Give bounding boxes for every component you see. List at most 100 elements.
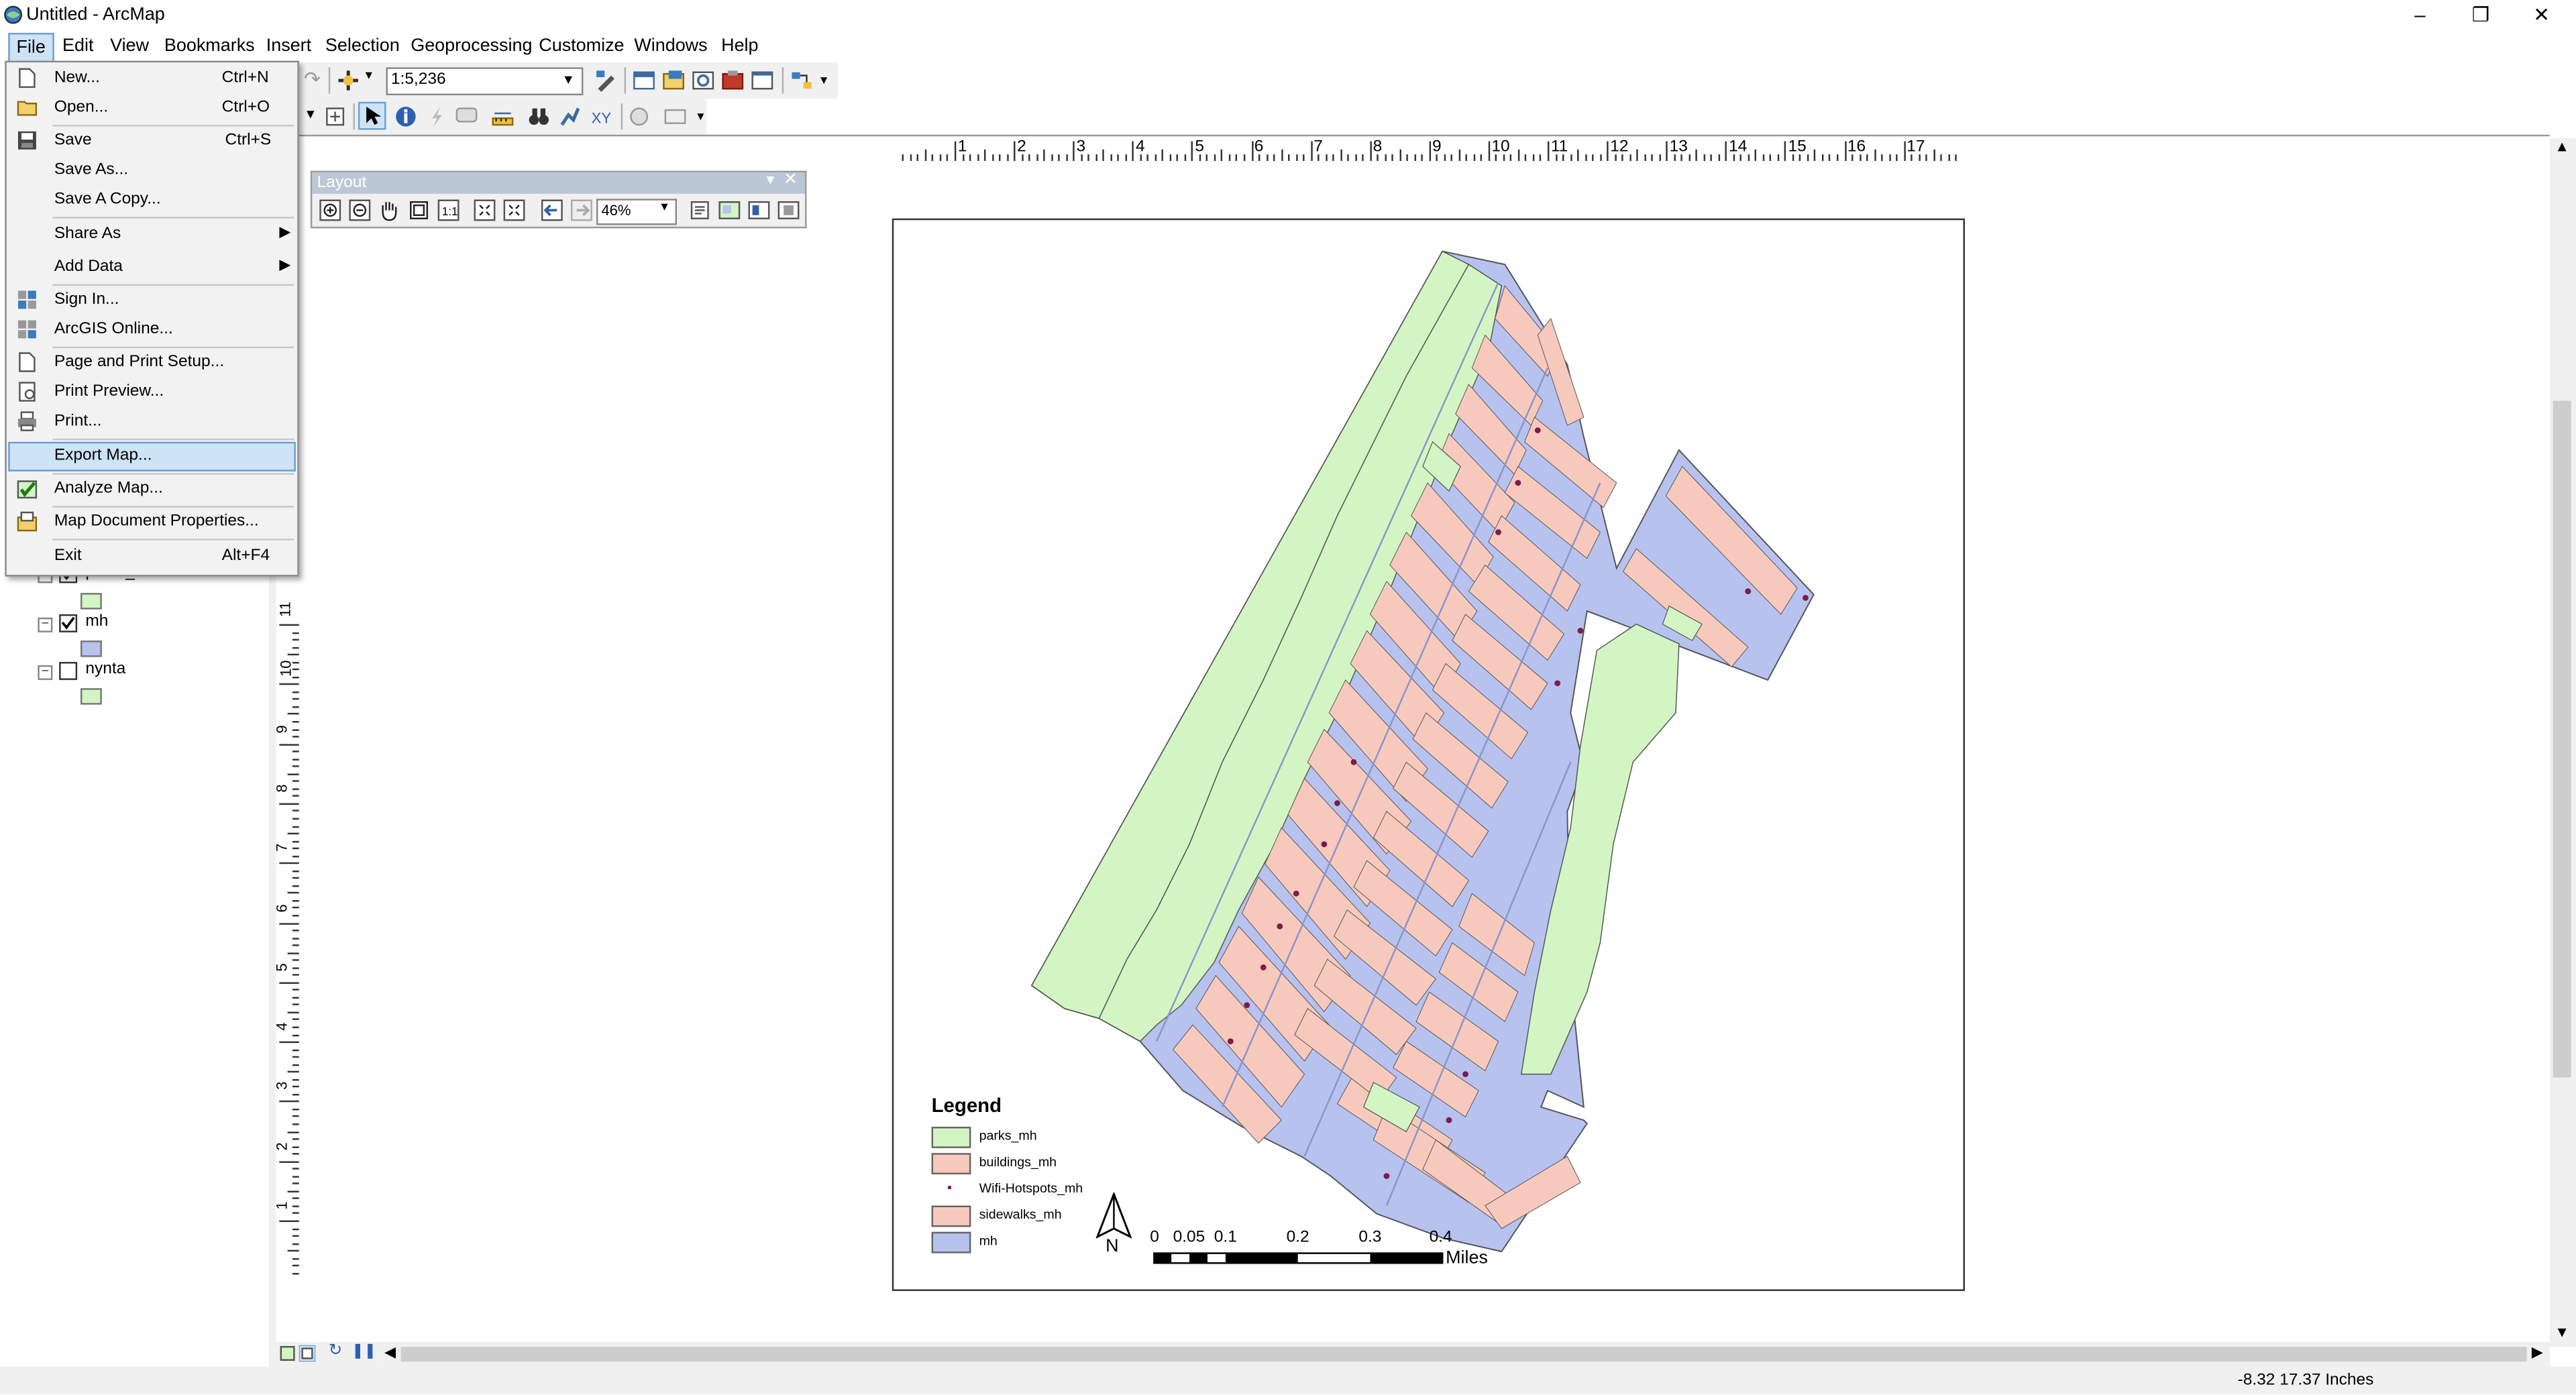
data-driven-pages-icon[interactable]: [777, 199, 800, 221]
menu-item-page-setup[interactable]: Page and Print Setup...: [7, 348, 297, 378]
menu-item-save-as[interactable]: Save As...: [7, 156, 297, 186]
toolbar-overflow-icon[interactable]: ▼: [818, 76, 830, 87]
zoom-out-icon[interactable]: [348, 199, 371, 221]
menu-item-arcgis-online[interactable]: ArcGIS Online...: [7, 315, 297, 345]
menu-item-sign-in[interactable]: Sign In...: [7, 286, 297, 315]
collapse-icon[interactable]: −: [38, 617, 53, 632]
menu-item-share-as[interactable]: Share As ▶: [7, 220, 297, 249]
chevron-down-icon[interactable]: ▼: [562, 72, 575, 87]
model-builder-icon[interactable]: [790, 69, 813, 92]
menu-customize[interactable]: Customize: [539, 36, 624, 56]
menu-item-add-data[interactable]: Add Data ▶: [7, 253, 297, 282]
menu-insert[interactable]: Insert: [266, 36, 311, 56]
full-extent-icon[interactable]: [323, 105, 346, 128]
menu-item-print-preview[interactable]: Print Preview...: [7, 378, 297, 407]
change-layout-icon[interactable]: [747, 199, 770, 221]
layer-visibility-checkbox[interactable]: [59, 614, 78, 632]
toc-layer-nynta[interactable]: − nynta: [0, 657, 263, 706]
menu-item-open[interactable]: Open... Ctrl+O: [7, 94, 297, 123]
layer-symbol-swatch[interactable]: [80, 688, 102, 705]
fixed-zoom-out-icon[interactable]: [502, 199, 525, 221]
menu-item-export-map[interactable]: Export Map...: [8, 441, 296, 471]
vertical-scrollbar[interactable]: ▲ ▼: [2549, 137, 2576, 1347]
menu-edit[interactable]: Edit: [62, 36, 93, 56]
identify-icon[interactable]: [394, 105, 417, 128]
collapse-icon[interactable]: −: [38, 665, 53, 680]
editor-toolbar-icon[interactable]: [595, 69, 618, 93]
menu-file[interactable]: File: [8, 32, 54, 63]
pause-drawing-icon[interactable]: ❚❚: [352, 1342, 376, 1360]
redo-icon[interactable]: ↷: [304, 67, 321, 90]
horizontal-scroll-thumb[interactable]: [400, 1347, 2527, 1362]
menu-item-new[interactable]: New... Ctrl+N: [7, 64, 297, 94]
menu-item-analyze-map[interactable]: Analyze Map...: [7, 475, 297, 504]
map-scale-combo[interactable]: 1:5,236 ▼: [386, 67, 584, 96]
search-window-icon[interactable]: [692, 69, 714, 92]
menu-item-save[interactable]: Save Ctrl+S: [7, 127, 297, 156]
horizontal-scrollbar[interactable]: ◀ ▶: [381, 1341, 2550, 1367]
vertical-scroll-thumb[interactable]: [2553, 400, 2571, 1078]
go-forward-extent-icon[interactable]: [570, 199, 593, 221]
data-view-icon[interactable]: [279, 1345, 295, 1361]
close-icon[interactable]: ✕: [2517, 3, 2566, 26]
catalog-window-icon[interactable]: [662, 69, 685, 92]
layer-name[interactable]: mh: [85, 612, 108, 630]
find-binoculars-icon[interactable]: [527, 105, 550, 128]
restore-icon[interactable]: ❐: [2456, 3, 2505, 26]
go-back-extent-icon[interactable]: [541, 199, 564, 221]
toggle-draft-mode-icon[interactable]: [688, 199, 711, 221]
ruler-tick: [287, 892, 299, 895]
layer-symbol-swatch[interactable]: [80, 593, 102, 610]
menu-windows[interactable]: Windows: [634, 36, 707, 56]
toolbar-overflow-icon-2[interactable]: ▼: [695, 112, 706, 123]
fixed-zoom-in-icon[interactable]: [473, 199, 496, 221]
toolbar-options-icon[interactable]: ▼: [764, 172, 777, 187]
focus-data-frame-icon[interactable]: [718, 199, 741, 221]
find-route-icon[interactable]: [559, 105, 582, 128]
toc-window-icon[interactable]: [633, 69, 655, 92]
layout-view-icon[interactable]: [299, 1345, 316, 1362]
menu-help[interactable]: Help: [721, 36, 758, 56]
toc-layer-mh[interactable]: − mh: [0, 610, 263, 659]
scroll-down-icon[interactable]: ▼: [2555, 1324, 2569, 1340]
scroll-left-icon[interactable]: ◀: [384, 1343, 396, 1361]
scale-bar[interactable]: 0 0.05 0.1 0.2 0.3 0.4 Miles: [1148, 1229, 1493, 1275]
html-popup-icon[interactable]: [455, 105, 478, 128]
minimize-icon[interactable]: –: [2396, 3, 2445, 26]
scroll-up-icon[interactable]: ▲: [2555, 138, 2569, 154]
layer-visibility-checkbox[interactable]: [59, 661, 78, 680]
layout-toolbar-header[interactable]: Layout ▼ ✕: [312, 171, 806, 194]
add-data-dropdown-icon[interactable]: ▼: [363, 70, 374, 82]
menu-item-print[interactable]: Print...: [7, 407, 297, 437]
menu-selection[interactable]: Selection: [325, 36, 400, 56]
menu-view[interactable]: View: [110, 36, 149, 56]
menu-geoprocessing[interactable]: Geoprocessing: [411, 36, 532, 56]
menu-item-map-document-properties[interactable]: Map Document Properties...: [7, 508, 297, 537]
go-to-xy-icon[interactable]: XY: [590, 105, 612, 128]
close-toolbar-icon[interactable]: ✕: [784, 171, 798, 189]
zoom-100-percent-icon[interactable]: 1:1: [437, 199, 460, 221]
menu-item-exit[interactable]: Exit Alt+F4: [7, 542, 297, 571]
select-elements-tool[interactable]: [358, 101, 386, 130]
add-data-icon[interactable]: [337, 69, 360, 92]
time-slider-icon[interactable]: [628, 105, 651, 128]
layer-name[interactable]: nynta: [85, 660, 125, 678]
refresh-icon[interactable]: ↻: [329, 1342, 343, 1360]
menu-bookmarks[interactable]: Bookmarks: [164, 36, 255, 56]
layout-page[interactable]: Legend parks_mh buildings_mh Wifi-Hotspo…: [892, 218, 1966, 1291]
north-arrow[interactable]: N: [1094, 1191, 1134, 1258]
menu-item-save-a-copy[interactable]: Save A Copy...: [7, 186, 297, 215]
python-window-icon[interactable]: [751, 69, 773, 92]
measure-icon[interactable]: [491, 105, 514, 128]
layer-symbol-swatch[interactable]: [80, 640, 102, 657]
zoom-in-icon[interactable]: [319, 199, 341, 221]
hyperlink-lightning-icon[interactable]: [425, 105, 448, 128]
toolbar-dropdown-icon[interactable]: ▼: [304, 107, 317, 121]
zoom-whole-page-icon[interactable]: [407, 199, 430, 221]
arctoolbox-icon[interactable]: [721, 69, 744, 92]
create-viewer-window-icon[interactable]: [663, 105, 686, 128]
chevron-down-icon[interactable]: ▼: [659, 202, 670, 213]
pan-hand-icon[interactable]: [378, 199, 400, 221]
scroll-right-icon[interactable]: ▶: [2532, 1343, 2543, 1361]
layout-zoom-combo[interactable]: 46% ▼: [596, 199, 677, 225]
